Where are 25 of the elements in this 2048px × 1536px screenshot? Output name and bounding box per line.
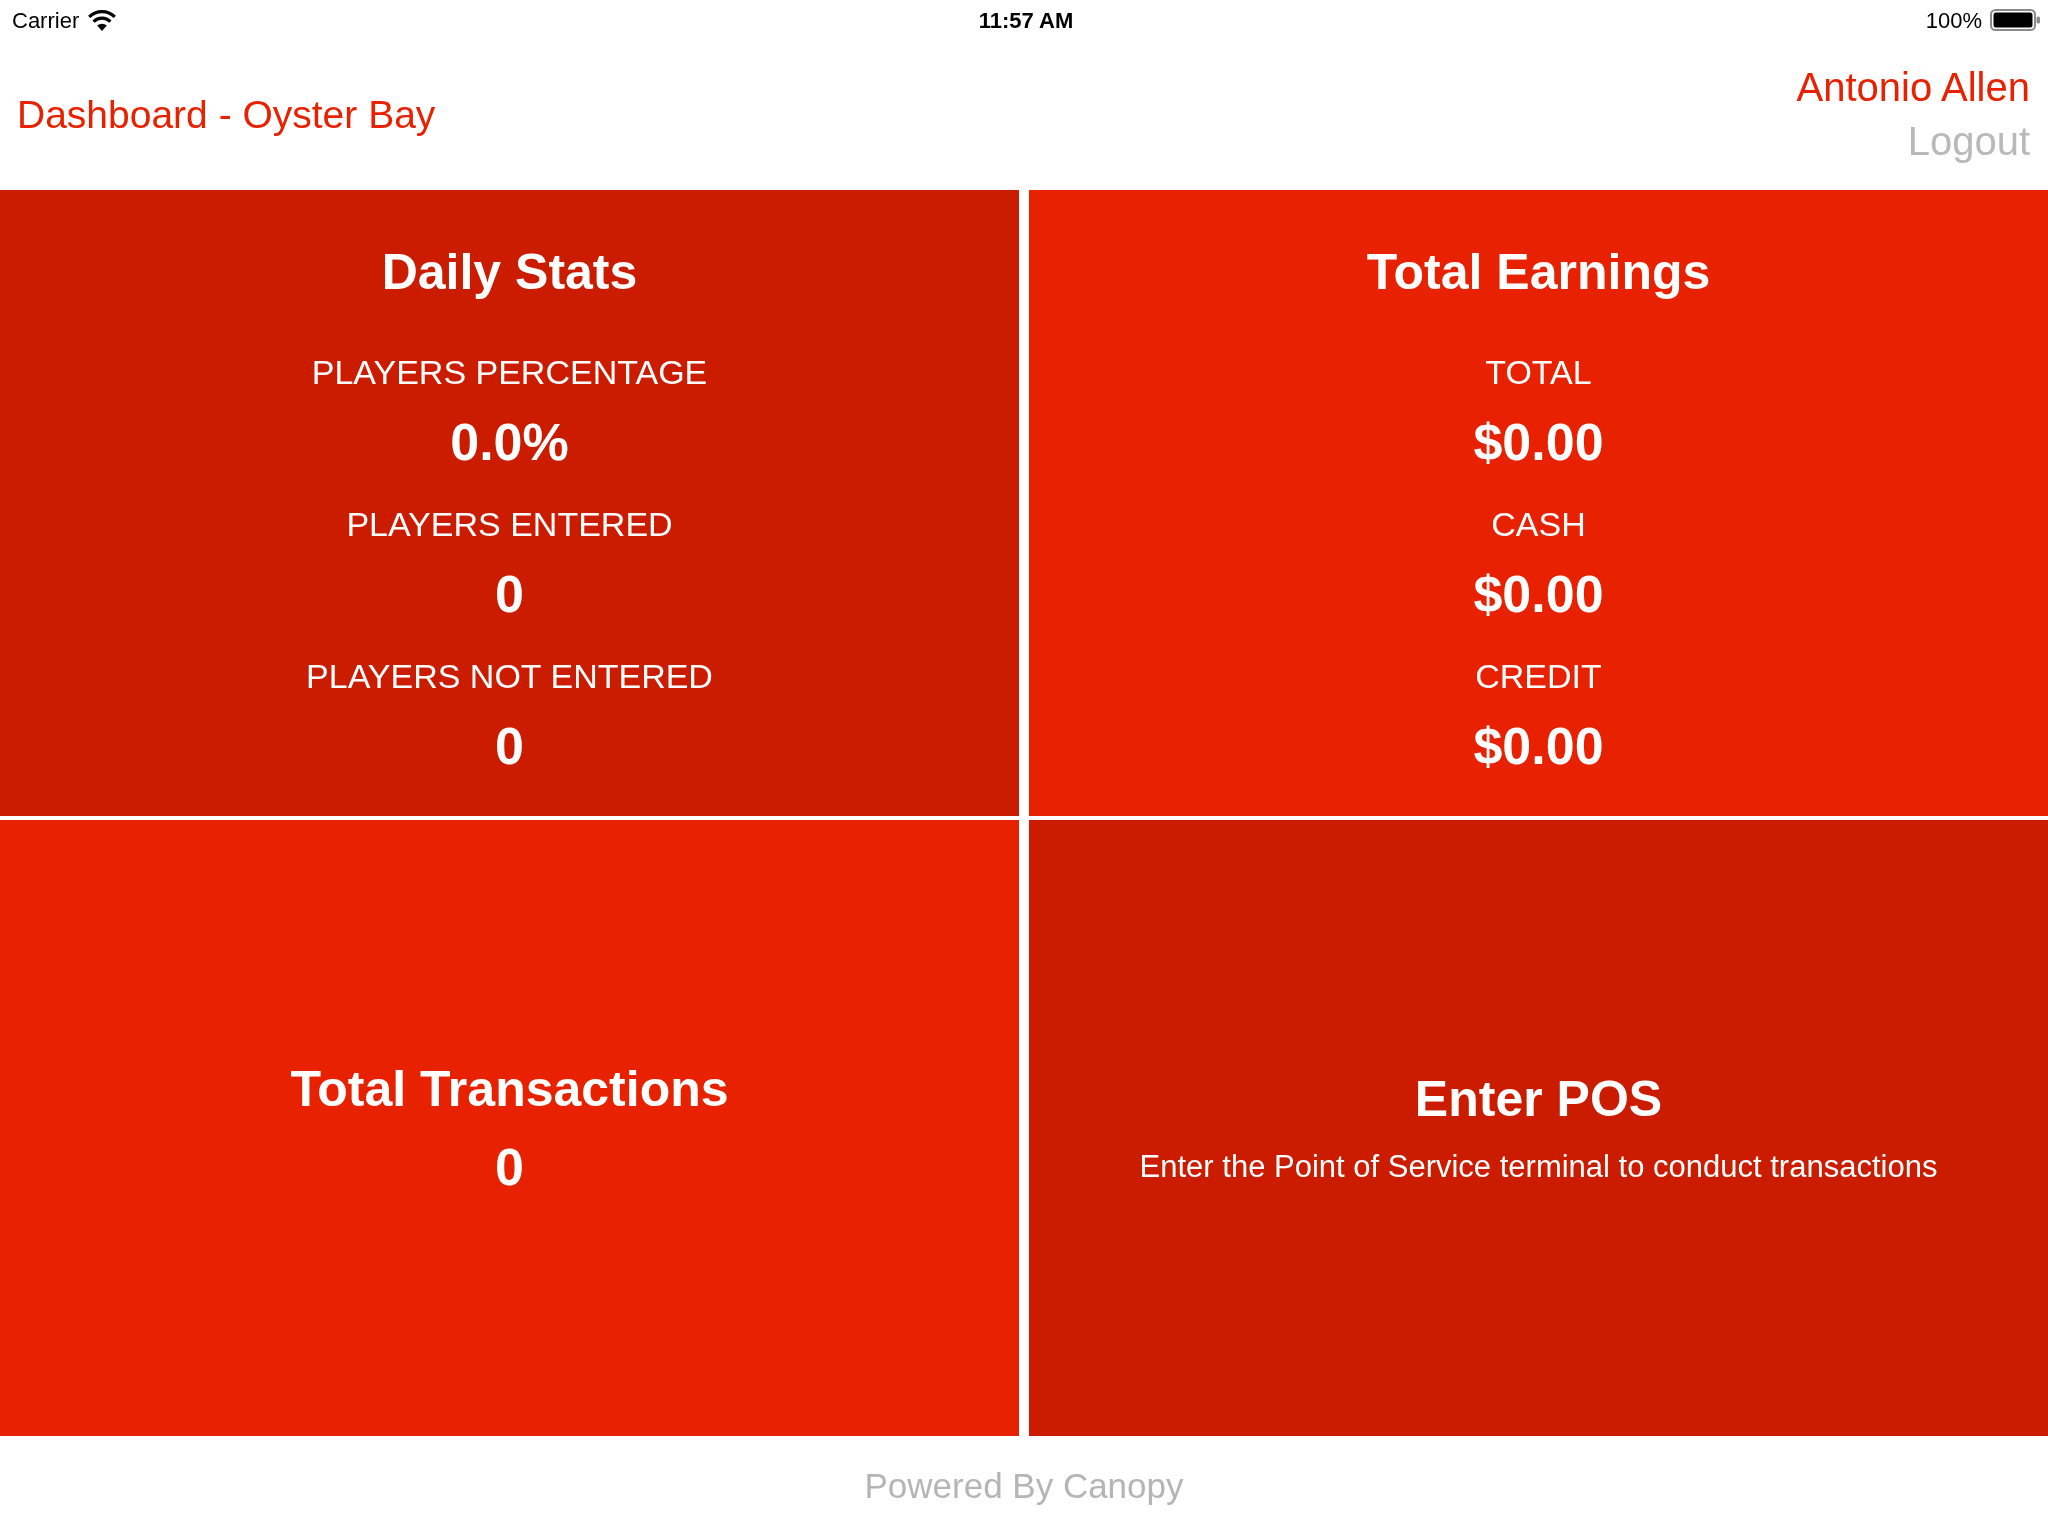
battery-percent: 100% — [1925, 6, 1982, 35]
summary-value: 0 — [495, 1137, 524, 1197]
stat-label: CREDIT — [1475, 656, 1602, 697]
carrier-name: Carrier — [12, 6, 80, 35]
stat-label: CASH — [1491, 504, 1586, 545]
powered-by-text: Powered By Canopy — [864, 1465, 1184, 1507]
stat-value: 0 — [495, 716, 524, 776]
stat-value: $0.00 — [1473, 564, 1604, 624]
stat-label: PLAYERS NOT ENTERED — [306, 656, 713, 697]
stat-value: 0 — [495, 564, 524, 624]
status-time: 11:57 AM — [978, 6, 1074, 35]
stat-value: $0.00 — [1473, 412, 1604, 472]
stat-label: TOTAL — [1485, 352, 1592, 393]
page-title: Dashboard - Oyster Bay — [17, 91, 436, 138]
panel-title: Total Transactions — [290, 1060, 729, 1119]
panel-title: Total Earnings — [1366, 243, 1711, 302]
stat-label: PLAYERS ENTERED — [346, 504, 673, 545]
wifi-icon — [87, 9, 118, 31]
enter-pos-tile[interactable]: Enter POS Enter the Point of Service terminal to conduct transactions — [1029, 820, 2048, 1436]
panel-title: Daily Stats — [381, 243, 638, 302]
stat-label: PLAYERS PERCENTAGE — [311, 352, 708, 393]
stat-value: 0.0% — [450, 412, 569, 472]
stat-value: $0.00 — [1473, 716, 1604, 776]
user-name: Antonio Allen — [1796, 64, 2030, 111]
battery-icon — [1990, 9, 2040, 31]
